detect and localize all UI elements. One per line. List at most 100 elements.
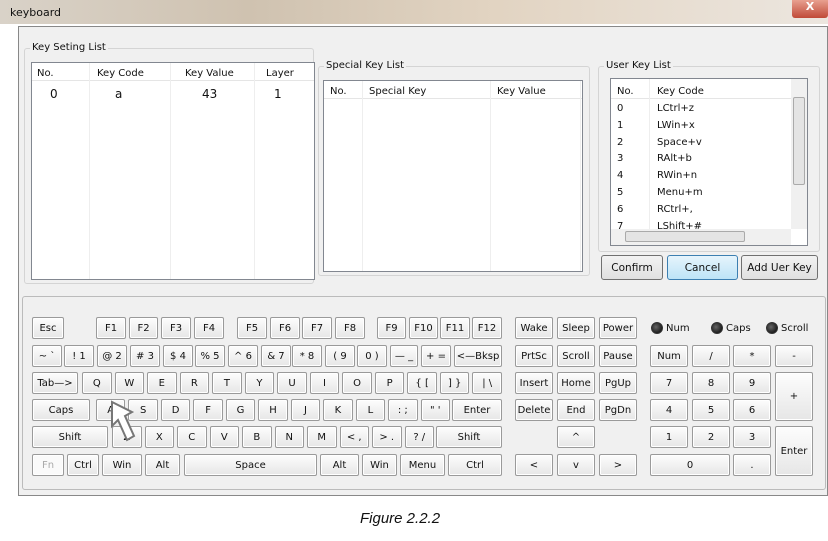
key[interactable]: T [212,372,242,394]
key[interactable]: F11 [440,317,470,339]
key[interactable]: 3 [733,426,771,448]
key[interactable]: Scroll [557,345,595,367]
key[interactable]: F6 [270,317,300,339]
key[interactable]: { [ [407,372,437,394]
key[interactable]: F5 [237,317,267,339]
key[interactable]: G [225,399,256,421]
key[interactable]: 0 [650,454,730,476]
key[interactable]: PrtSc [515,345,553,367]
key[interactable]: Alt [320,454,359,476]
key[interactable]: ? / [404,426,434,448]
key[interactable]: — _ [390,345,418,367]
header-special-key[interactable]: Special Key [369,86,426,97]
key[interactable]: 6 [733,399,771,421]
hscroll-thumb[interactable] [625,231,745,242]
key[interactable]: Win [102,454,142,476]
key[interactable]: <—Bksp [454,345,502,367]
key[interactable]: Ctrl [67,454,99,476]
key[interactable]: * 8 [292,345,322,367]
key[interactable]: Tab—> [32,372,78,394]
key[interactable]: Delete [515,399,553,421]
key[interactable]: Shift [436,426,502,448]
key[interactable]: v [557,454,595,476]
header-key-value[interactable]: Key Value [497,86,546,97]
key[interactable]: ^ [557,426,595,448]
key[interactable]: Win [362,454,397,476]
key[interactable]: End [557,399,595,421]
header-no[interactable]: No. [330,86,347,97]
header-key-code[interactable]: Key Code [657,86,704,97]
key[interactable]: 9 [733,372,771,394]
key[interactable]: D [160,399,191,421]
close-button[interactable]: X [792,0,828,18]
key[interactable]: < [515,454,553,476]
header-no[interactable]: No. [37,68,54,79]
key-setting-list[interactable]: No. Key Code Key Value Layer 0 a 43 1 [31,62,315,280]
key[interactable]: ] } [439,372,470,394]
header-key-code[interactable]: Key Code [97,68,144,79]
key[interactable]: U [277,372,307,394]
user-key-list[interactable]: No. Key Code 0 LCtrl+z 1 LWin+x 2 Space+v 3 RAl… [610,78,808,246]
key[interactable]: " ' [420,399,450,421]
key[interactable]: % 5 [195,345,225,367]
key[interactable]: ~ ` [32,345,62,367]
key[interactable]: Power [599,317,637,339]
key[interactable]: $ 4 [163,345,193,367]
key[interactable]: F2 [129,317,158,339]
key[interactable]: Space [184,454,317,476]
key[interactable]: Y [244,372,275,394]
key[interactable]: F4 [194,317,224,339]
key[interactable]: / [692,345,730,367]
add-user-key-button[interactable]: Add Uer Key [741,255,818,280]
key[interactable]: N [274,426,304,448]
key[interactable]: + [775,372,813,421]
key[interactable]: Alt [145,454,180,476]
key[interactable]: Sleep [557,317,595,339]
key[interactable]: Ctrl [448,454,502,476]
key[interactable]: ^ 6 [228,345,258,367]
header-no[interactable]: No. [617,86,634,97]
row-layer[interactable]: 1 [274,87,282,101]
key[interactable]: ! 1 [64,345,94,367]
key[interactable]: 2 [692,426,730,448]
row-key-value[interactable]: 43 [202,87,217,101]
key[interactable]: R [179,372,210,394]
key[interactable]: F3 [161,317,191,339]
key[interactable]: 0 ) [357,345,387,367]
key[interactable]: J [290,399,321,421]
key[interactable]: C [177,426,207,448]
key[interactable]: F1 [96,317,126,339]
key[interactable]: Shift [32,426,108,448]
key[interactable]: PgDn [599,399,637,421]
key[interactable]: 4 [650,399,688,421]
key[interactable]: + = [421,345,451,367]
key[interactable]: 5 [692,399,730,421]
key[interactable]: Pause [599,345,637,367]
cancel-button[interactable]: Cancel [667,255,738,280]
row-key-code[interactable]: a [115,87,122,101]
header-layer[interactable]: Layer [266,68,294,79]
key[interactable]: Home [557,372,595,394]
key[interactable]: Num [650,345,688,367]
key[interactable]: E [147,372,177,394]
key[interactable]: X [144,426,174,448]
key[interactable]: 1 [650,426,688,448]
key[interactable]: Caps [32,399,90,421]
key[interactable]: : ; [388,399,418,421]
key[interactable]: Insert [515,372,553,394]
key[interactable]: Wake [515,317,553,339]
key[interactable]: Fn [32,454,64,476]
confirm-button[interactable]: Confirm [601,255,663,280]
key[interactable]: - [775,345,813,367]
key[interactable]: W [114,372,145,394]
key[interactable]: > . [372,426,402,448]
key[interactable]: Menu [400,454,445,476]
key[interactable]: V [209,426,239,448]
key[interactable]: ( 9 [325,345,355,367]
key[interactable]: L [355,399,386,421]
row-no[interactable]: 0 [50,87,58,101]
key[interactable]: 8 [692,372,730,394]
key[interactable]: 7 [650,372,688,394]
header-key-value[interactable]: Key Value [185,68,234,79]
key[interactable]: Esc [32,317,64,339]
